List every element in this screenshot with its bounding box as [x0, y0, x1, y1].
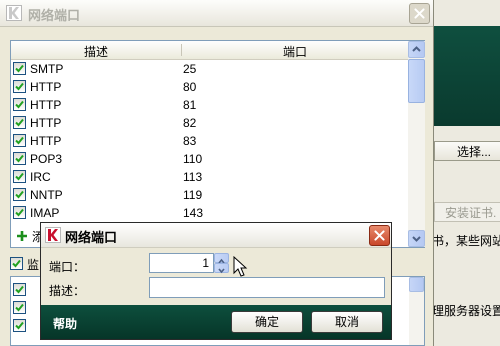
- port-edit-dialog: 网络端口 端口： 1 描述： 帮助 确定 取消: [40, 222, 392, 340]
- app-logo-icon: [6, 5, 22, 21]
- row-checkbox[interactable]: [13, 170, 26, 183]
- column-header-port[interactable]: 端口: [182, 43, 408, 60]
- checkmark-icon: [15, 64, 24, 73]
- port-label: 端口：: [49, 260, 86, 274]
- chevron-up-icon: [412, 46, 421, 52]
- row-port: 83: [183, 134, 197, 148]
- row-checkbox[interactable]: [13, 152, 26, 165]
- row-port: 113: [183, 170, 203, 184]
- row-checkbox[interactable]: [13, 80, 26, 93]
- checkmark-icon: [15, 303, 24, 312]
- list-scrollbar[interactable]: [408, 41, 425, 247]
- secondary-row-checkbox[interactable]: [13, 319, 26, 332]
- dialog-close-button[interactable]: [369, 225, 390, 246]
- add-icon[interactable]: [16, 230, 28, 242]
- table-row[interactable]: HTTP 81: [11, 96, 408, 114]
- row-description: SMTP: [30, 62, 64, 76]
- row-description: HTTP: [30, 80, 62, 94]
- row-checkbox[interactable]: [13, 98, 26, 111]
- row-checkbox[interactable]: [13, 116, 26, 129]
- table-row[interactable]: IMAP 143: [11, 204, 408, 222]
- checkmark-icon: [15, 136, 24, 145]
- secondary-row-checkbox[interactable]: [13, 301, 26, 314]
- description-label: 描述：: [49, 284, 86, 298]
- description-input[interactable]: [149, 277, 385, 298]
- cancel-button[interactable]: 取消: [311, 311, 383, 333]
- background-text-line2: 理服务器设置: [432, 304, 500, 318]
- row-port: 80: [183, 80, 197, 94]
- column-header-description[interactable]: 描述: [11, 43, 181, 60]
- window-title: 网络端口: [28, 8, 81, 23]
- checkmark-icon: [15, 82, 24, 91]
- list-header: 描述 端口: [11, 41, 408, 60]
- table-row[interactable]: HTTP 83: [11, 132, 408, 150]
- row-checkbox[interactable]: [13, 206, 26, 219]
- checkmark-icon: [15, 100, 24, 109]
- help-link[interactable]: 帮助: [53, 315, 77, 332]
- row-port: 119: [183, 188, 203, 202]
- checkmark-icon: [15, 154, 24, 163]
- row-checkbox[interactable]: [13, 134, 26, 147]
- dialog-titlebar: 网络端口: [41, 223, 391, 248]
- checkmark-icon: [15, 321, 24, 330]
- background-banner: [430, 26, 500, 126]
- row-description: NNTP: [30, 188, 63, 202]
- ports-list[interactable]: 描述 端口 SMTP 25 HTTP 80 HTTP 81 HTTP 82 HTTP 83 POP3…: [10, 40, 425, 248]
- monitor-label: 监: [27, 258, 40, 272]
- dialog-footer: 帮助 确定 取消: [41, 305, 391, 339]
- checkmark-icon: [15, 118, 24, 127]
- row-checkbox[interactable]: [13, 62, 26, 75]
- chevron-down-icon: [218, 268, 225, 274]
- row-port: 143: [183, 206, 204, 220]
- spin-down-button[interactable]: [214, 263, 229, 274]
- row-port: 110: [183, 152, 203, 166]
- install-certificate-button: 安装证书.: [434, 202, 500, 222]
- row-description: HTTP: [30, 98, 62, 112]
- row-description: HTTP: [30, 116, 62, 130]
- scroll-up-button[interactable]: [408, 41, 425, 58]
- row-description: POP3: [30, 152, 63, 166]
- dialog-title: 网络端口: [65, 230, 118, 245]
- close-icon: [414, 8, 425, 19]
- port-input[interactable]: 1: [149, 253, 214, 273]
- mouse-cursor-icon: [233, 256, 248, 277]
- secondary-scroll-up-button[interactable]: [409, 277, 424, 292]
- spin-up-button[interactable]: [214, 253, 229, 264]
- table-row[interactable]: HTTP 80: [11, 78, 408, 96]
- table-row[interactable]: HTTP 82: [11, 114, 408, 132]
- scroll-down-button[interactable]: [408, 230, 425, 247]
- checkmark-icon: [15, 285, 24, 294]
- secondary-scrollbar[interactable]: [409, 277, 424, 345]
- close-icon: [374, 230, 385, 241]
- window-titlebar: 网络端口: [0, 0, 433, 27]
- monitor-checkbox[interactable]: [10, 257, 23, 270]
- table-row[interactable]: POP3 110: [11, 150, 408, 168]
- port-spinner[interactable]: [214, 253, 229, 274]
- row-description: IMAP: [30, 206, 60, 220]
- row-port: 25: [183, 62, 197, 76]
- table-row[interactable]: IRC 113: [11, 168, 408, 186]
- scroll-thumb[interactable]: [408, 59, 425, 103]
- table-row[interactable]: NNTP 119: [11, 186, 408, 204]
- row-port: 81: [183, 98, 197, 112]
- checkmark-icon: [15, 208, 24, 217]
- checkmark-icon: [15, 172, 24, 181]
- secondary-row-checkbox[interactable]: [13, 283, 26, 296]
- row-description: IRC: [30, 170, 51, 184]
- background-text-line1: 书，某些网站: [432, 234, 500, 248]
- checkmark-icon: [15, 190, 24, 199]
- app-logo-icon: [45, 227, 61, 243]
- ok-button[interactable]: 确定: [231, 311, 303, 333]
- table-row[interactable]: SMTP 25: [11, 60, 408, 78]
- row-port: 82: [183, 116, 197, 130]
- select-button[interactable]: 选择...: [434, 141, 500, 161]
- window-close-button[interactable]: [409, 3, 430, 24]
- row-description: HTTP: [30, 134, 62, 148]
- row-checkbox[interactable]: [13, 188, 26, 201]
- checkmark-icon: [12, 259, 21, 268]
- chevron-down-icon: [412, 236, 421, 242]
